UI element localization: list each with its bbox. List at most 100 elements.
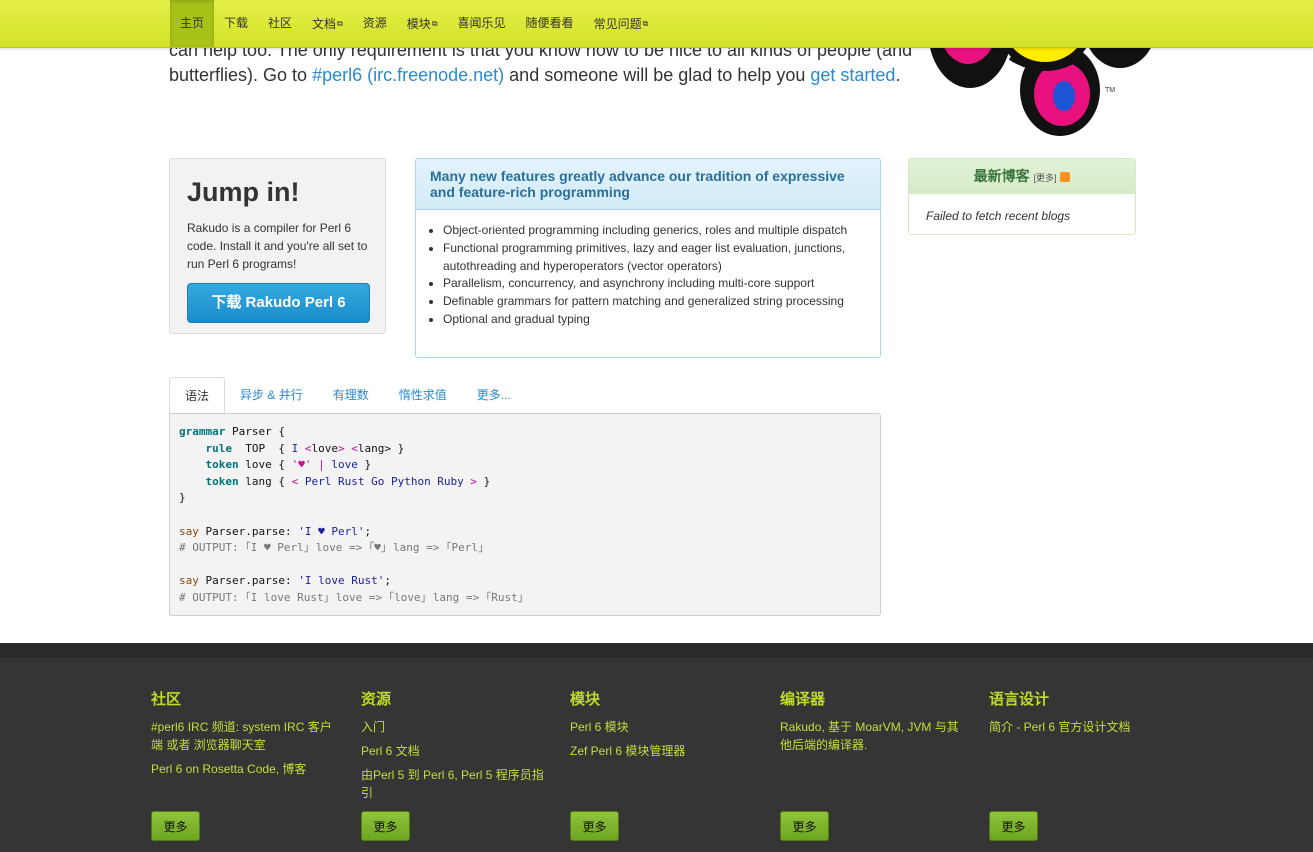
nav-item-resources[interactable]: 资源 [353,0,397,47]
intro-text-part: . [895,65,901,85]
nav-label: 随便看看 [525,16,574,30]
feature-item: Functional programming primitives, lazy … [443,240,870,276]
blog-title: 最新博客 [973,168,1030,184]
code-token: say [179,574,199,588]
nav-item-docs[interactable]: 文档⧉ [302,0,353,47]
code-token: } [357,458,372,472]
code-example-tabs: 语法 异步 & 并行 有理数 惰性求值 更多... [169,377,881,414]
footer-col-title: 模块 [570,691,601,708]
footer-col-title: 社区 [151,691,182,708]
code-token: rule [205,441,233,455]
jump-in-description: Rakudo is a compiler for Perl 6 code. In… [187,221,368,271]
nav-item-home[interactable]: 主页 [170,0,215,47]
blog-header: 最新博客 [更多] [909,159,1135,194]
nav-item-download[interactable]: 下载 [214,0,258,47]
code-token: say [179,524,199,538]
code-token: TOP { [232,441,292,455]
code-token: I [291,441,305,455]
language-design-more-button[interactable]: 更多 [989,811,1038,841]
footer-link[interactable]: 由Perl 5 到 Perl 6, Perl 5 程序员指引 [361,766,551,802]
external-link-icon: ⧉ [642,19,649,28]
intro-line-2: butterflies). Go to #perl6 (irc.freenode… [169,63,929,88]
features-heading: Many new features greatly advance our tr… [416,159,880,210]
code-token: love [311,441,338,455]
footer-link[interactable]: Perl 6 on Rosetta Code, 博客 [151,760,341,778]
feature-item: Optional and gradual typing [443,311,870,329]
nav-item-community[interactable]: 社区 [258,0,302,47]
feature-item: Object-oriented programming including ge… [443,222,870,240]
footer-link[interactable]: Rakudo, 基于 MoarVM, JVM 与其他后端的编译器. [780,718,970,754]
irc-channel-link[interactable]: #perl6 (irc.freenode.net) [312,65,504,85]
footer-col-title: 语言设计 [989,691,1050,708]
jump-in-panel: Jump in! Rakudo is a compiler for Perl 6… [169,158,386,334]
code-token: Perl Rust Go Python Ruby [298,474,471,488]
modules-more-button[interactable]: 更多 [570,811,619,841]
footer-link[interactable]: 入门 [361,718,551,736]
footer-col-modules: 模块 Perl 6 模块 Zef Perl 6 模块管理器 [570,688,760,766]
nav-item-modules[interactable]: 模块⧉ [397,0,448,47]
footer-link[interactable]: Zef Perl 6 模块管理器 [570,742,760,760]
nav-item-faq[interactable]: 常见问题⧉ [584,0,659,47]
top-navbar: 主页 下载 社区 文档⧉ 资源 模块⧉ 喜闻乐见 随便看看 常见问题⧉ [0,0,1313,48]
footer-col-community: 社区 #perl6 IRC 频道: system IRC 客户端 或者 浏览器聊… [151,688,341,784]
code-example: grammar Parser { rule TOP { I <love> <la… [169,413,881,616]
code-token: ; [364,524,372,538]
blog-more-link[interactable]: [更多] [1033,173,1056,183]
feature-item: Parallelism, concurrency, and asynchrony… [443,275,870,293]
footer-link[interactable]: Perl 6 文档 [361,742,551,760]
nav-item-random[interactable]: 随便看看 [516,0,584,47]
code-token: Parser.parse: [198,574,299,588]
tab-more[interactable]: 更多... [462,377,526,412]
nav-label: 社区 [268,16,293,30]
footer-link[interactable]: Perl 6 模块 [570,718,760,736]
code-token: 'I love Rust' [298,574,385,588]
footer-col-compilers: 编译器 Rakudo, 基于 MoarVM, JVM 与其他后端的编译器. [780,688,970,760]
nav-label: 资源 [362,16,387,30]
code-token: ; [384,574,391,588]
code-token: | [311,458,332,472]
intro-text-part: and someone will be glad to help you [504,65,811,85]
code-token: token [205,474,239,488]
footer-col-title: 编译器 [780,691,826,708]
resources-more-button[interactable]: 更多 [361,811,410,841]
nav-label: 下载 [224,16,249,30]
footer-col-language-design: 语言设计 简介 - Perl 6 官方设计文档 [989,688,1179,742]
rss-icon[interactable] [1060,172,1071,182]
code-token: > } [384,441,405,455]
footer-col-resources: 资源 入门 Perl 6 文档 由Perl 5 到 Perl 6, Perl 5… [361,688,551,808]
get-started-link[interactable]: get started [810,65,895,85]
recent-blogs-panel: 最新博客 [更多] Failed to fetch recent blogs [908,158,1136,235]
tab-grammar[interactable]: 语法 [169,377,226,414]
code-token: Parser { [225,425,285,438]
features-panel: Many new features greatly advance our tr… [415,158,881,358]
site-footer: 社区 #perl6 IRC 频道: system IRC 客户端 或者 浏览器聊… [0,643,1313,852]
code-token: '♥' [291,458,312,472]
community-more-button[interactable]: 更多 [151,811,200,841]
code-token: love { [238,458,292,472]
tab-async-parallel[interactable]: 异步 & 并行 [225,377,318,412]
nav-label: 文档 [312,17,337,31]
code-token: love [331,458,358,472]
jump-in-title: Jump in! [187,177,300,207]
nav-label: 喜闻乐见 [457,16,506,30]
tab-lazy-evaluation[interactable]: 惰性求值 [384,377,462,412]
feature-item: Definable grammars for pattern matching … [443,293,870,311]
footer-link[interactable]: #perl6 IRC 频道: system IRC 客户端 或者 浏览器聊天室 [151,718,341,754]
main-nav: 主页 下载 社区 文档⧉ 资源 模块⧉ 喜闻乐见 随便看看 常见问题⧉ [170,0,658,47]
code-token: } [179,491,186,505]
code-token: grammar [179,425,226,438]
download-rakudo-button[interactable]: 下载 Rakudo Perl 6 [187,283,370,323]
intro-text-part: butterflies). Go to [169,65,313,85]
footer-link[interactable]: 简介 - Perl 6 官方设计文档 [989,718,1179,736]
code-comment: # OUTPUT: ｢I ♥ Perl｣ love => ｢♥｣ lang =>… [179,541,484,555]
compilers-more-button[interactable]: 更多 [780,811,829,841]
code-token: Parser.parse: [198,524,299,538]
code-token: > [337,441,352,455]
external-link-icon: ⧉ [337,19,343,28]
code-comment: # OUTPUT: ｢I love Rust｣ love => ｢love｣ l… [179,590,524,604]
tab-rationals[interactable]: 有理数 [318,377,384,412]
code-token: < [351,441,358,455]
code-token: } [477,474,491,488]
nav-item-fun[interactable]: 喜闻乐见 [448,0,516,47]
trademark-label: TM [1105,87,1115,94]
